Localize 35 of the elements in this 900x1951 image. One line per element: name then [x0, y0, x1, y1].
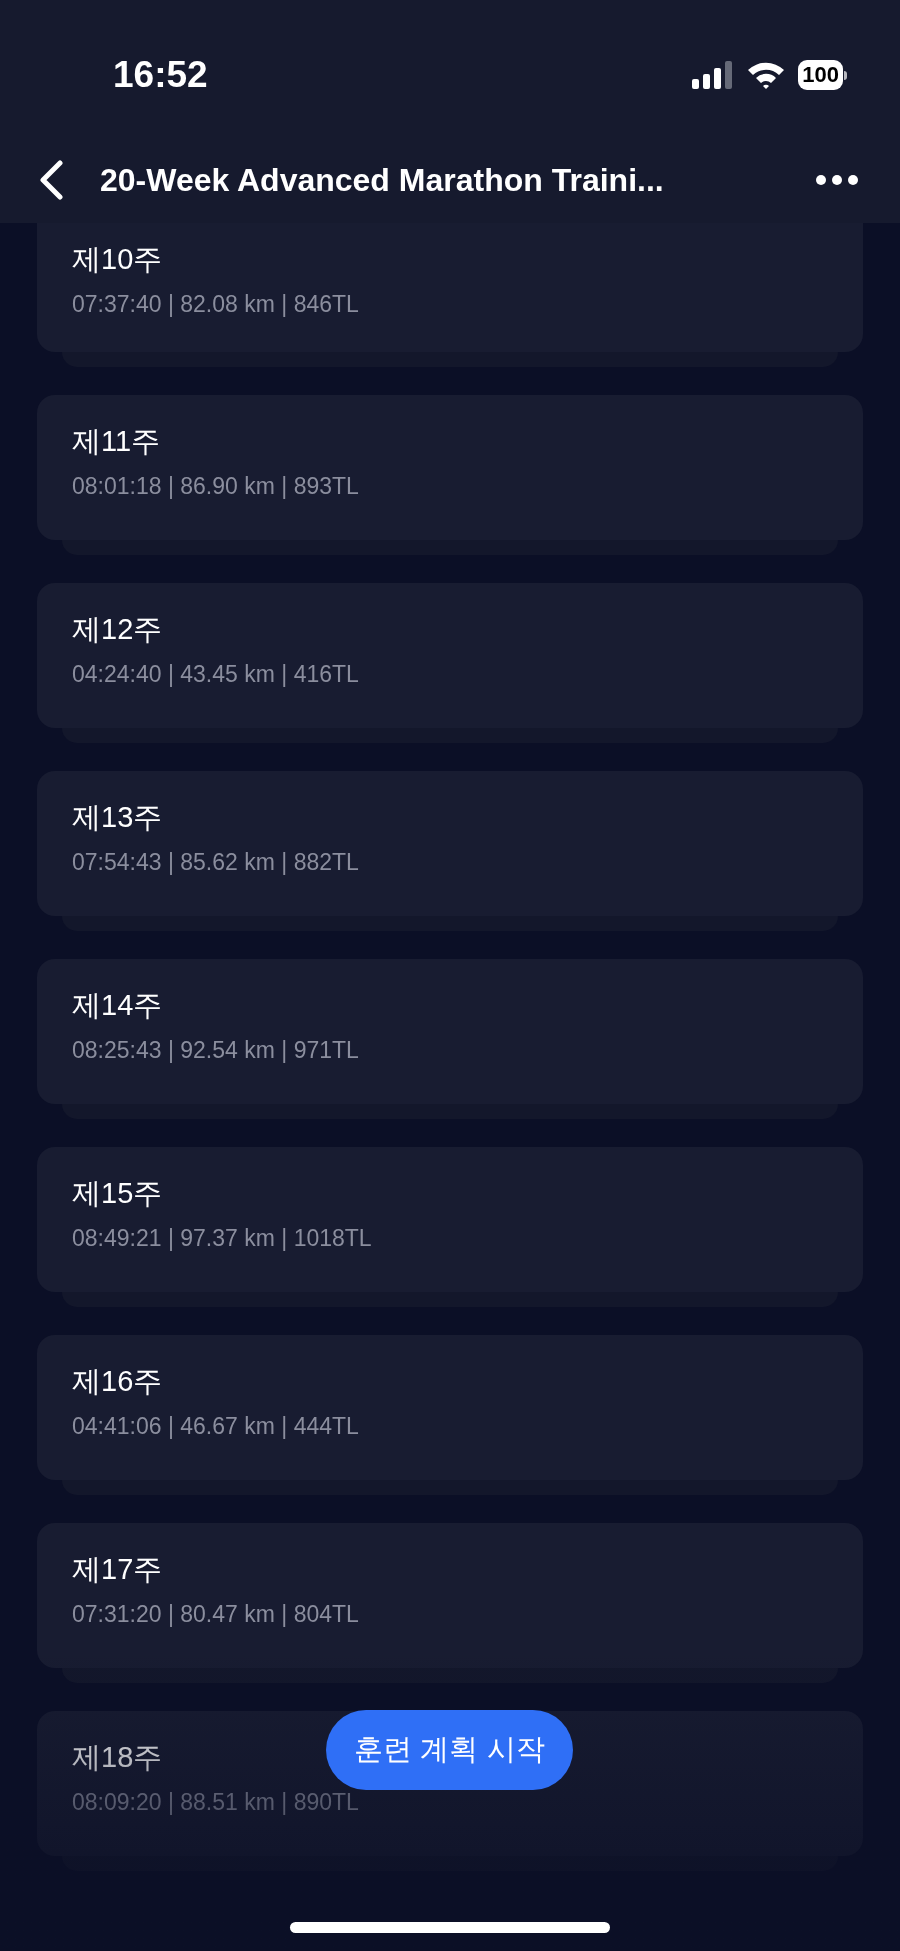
week-summary: 08:09:20 | 88.51 km | 890TL [72, 1788, 359, 1817]
week-title: 제18주 [72, 1740, 163, 1775]
week-card[interactable]: 제14주 08:25:43 | 92.54 km | 971TL [37, 959, 863, 1104]
battery-tip-icon [844, 70, 847, 80]
week-title: 제17주 [72, 1552, 163, 1587]
week-title: 제16주 [72, 1364, 163, 1399]
start-plan-button[interactable]: 훈련 계획 시작 [326, 1710, 573, 1790]
status-time: 16:52 [113, 53, 208, 98]
week-summary: 04:41:06 | 46.67 km | 444TL [72, 1412, 359, 1441]
back-icon[interactable] [38, 160, 64, 200]
week-summary: 07:37:40 | 82.08 km | 846TL [72, 290, 359, 319]
week-title: 제12주 [72, 612, 163, 647]
page-title: 20-Week Advanced Marathon Traini... [100, 161, 664, 200]
week-card[interactable]: 제12주 04:24:40 | 43.45 km | 416TL [37, 583, 863, 728]
week-card[interactable]: 제16주 04:41:06 | 46.67 km | 444TL [37, 1335, 863, 1480]
week-card[interactable]: 제10주 07:37:40 | 82.08 km | 846TL [37, 223, 863, 352]
week-title: 제14주 [72, 988, 163, 1023]
week-title: 제13주 [72, 800, 163, 835]
week-summary: 07:54:43 | 85.62 km | 882TL [72, 848, 359, 877]
week-summary: 07:31:20 | 80.47 km | 804TL [72, 1600, 359, 1629]
week-card[interactable]: 제17주 07:31:20 | 80.47 km | 804TL [37, 1523, 863, 1668]
week-card[interactable]: 제11주 08:01:18 | 86.90 km | 893TL [37, 395, 863, 540]
more-icon[interactable] [815, 174, 859, 186]
week-summary: 08:01:18 | 86.90 km | 893TL [72, 472, 359, 501]
week-summary: 04:24:40 | 43.45 km | 416TL [72, 660, 359, 689]
signal-icon [692, 61, 735, 89]
week-title: 제11주 [72, 424, 161, 459]
week-card[interactable]: 제13주 07:54:43 | 85.62 km | 882TL [37, 771, 863, 916]
week-summary: 08:25:43 | 92.54 km | 971TL [72, 1036, 359, 1065]
battery-level: 100 [798, 60, 843, 90]
week-title: 제10주 [72, 242, 163, 277]
week-title: 제15주 [72, 1176, 163, 1211]
wifi-icon [746, 60, 787, 90]
week-card[interactable]: 제15주 08:49:21 | 97.37 km | 1018TL [37, 1147, 863, 1292]
week-summary: 08:49:21 | 97.37 km | 1018TL [72, 1224, 372, 1253]
